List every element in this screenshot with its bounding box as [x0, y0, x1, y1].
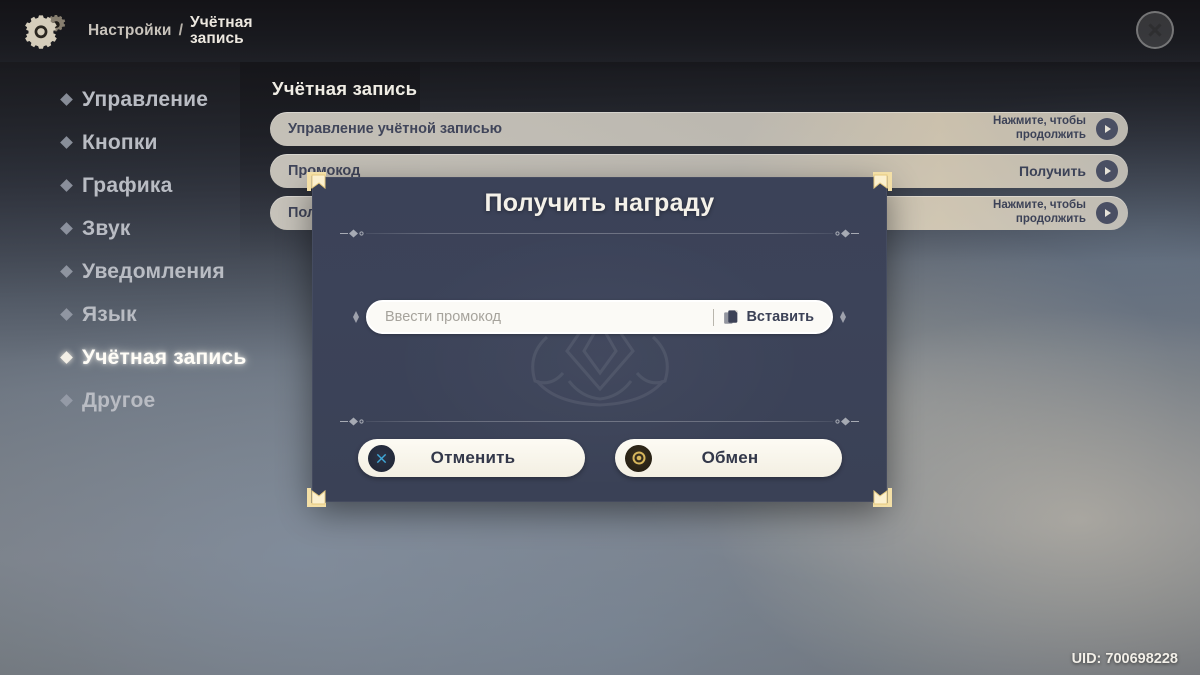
account-row-action-text: Нажмите, чтобы продолжить: [993, 115, 1086, 141]
breadcrumb-root[interactable]: Настройки: [88, 22, 172, 40]
circle-dot-icon: [625, 444, 652, 472]
sidebar-item-label: Управление: [82, 87, 209, 111]
breadcrumb-current: Учётная запись: [190, 13, 253, 47]
promo-code-row: Вставить: [348, 300, 851, 334]
diamond-bullet-icon: [60, 93, 73, 106]
exchange-button[interactable]: Обмен: [615, 439, 842, 477]
divider-gem-icon: [340, 417, 364, 425]
paste-button[interactable]: Вставить: [723, 309, 831, 326]
gears-icon: [24, 10, 70, 50]
divider-line: [366, 232, 833, 234]
divider-gem-icon: [835, 229, 859, 237]
divider-line: [366, 420, 833, 422]
exchange-label: Обмен: [701, 448, 759, 467]
account-row-action-group: Получить: [1019, 160, 1118, 182]
sidebar-item-label: Учётная запись: [82, 345, 247, 369]
diamond-bullet-icon: [60, 179, 73, 192]
divider-gem-icon: [340, 229, 364, 237]
sidebar-item-1[interactable]: Кнопки: [60, 121, 302, 164]
divider-gem-icon: [835, 417, 859, 425]
account-row-label: Управление учётной записью: [288, 121, 503, 137]
circle-x-icon: [368, 444, 395, 472]
account-row-action-text: Нажмите, чтобы продолжить: [993, 199, 1086, 225]
redeem-code-dialog: Получить награду Вст: [307, 172, 892, 507]
paste-icon: [724, 309, 738, 324]
chevron-right-icon[interactable]: [1096, 160, 1118, 182]
breadcrumb: Настройки / Учётная запись: [88, 0, 256, 62]
input-gem-icon: [353, 311, 359, 323]
sidebar-item-label: Язык: [82, 302, 137, 326]
sidebar-item-label: Другое: [82, 388, 156, 412]
dialog-divider-bottom: [340, 415, 859, 427]
sidebar-item-7[interactable]: Другое: [60, 379, 302, 422]
account-row-action-group: Нажмите, чтобы продолжить: [956, 115, 1118, 142]
diamond-bullet-icon: [60, 136, 73, 149]
dialog-title: Получить награду: [484, 189, 715, 217]
cancel-label: Отменить: [430, 448, 516, 467]
paste-label: Вставить: [746, 309, 814, 325]
sidebar-item-label: Звук: [82, 216, 131, 240]
diamond-bullet-icon: [60, 394, 73, 407]
close-button[interactable]: [1136, 11, 1174, 49]
diamond-bullet-icon: [60, 265, 73, 278]
sidebar-item-4[interactable]: Уведомления: [60, 250, 302, 293]
sidebar-item-label: Уведомления: [82, 259, 225, 283]
diamond-bullet-icon: [60, 222, 73, 235]
paste-divider: [713, 308, 715, 326]
uid-label: UID: 700698228: [1071, 651, 1178, 667]
account-row-action-text: Получить: [1019, 162, 1086, 179]
promo-code-field[interactable]: Вставить: [366, 300, 833, 334]
diamond-bullet-icon: [60, 308, 73, 321]
sidebar-item-label: Графика: [82, 173, 173, 197]
settings-sidebar: Управление Кнопки Графика Звук Уведомления Яз…: [60, 78, 302, 422]
chevron-right-icon[interactable]: [1096, 202, 1118, 224]
account-row-action-group: Нажмите, чтобы продолжить: [956, 199, 1118, 226]
account-row[interactable]: Управление учётной записью Нажмите, чтобы…: [270, 112, 1128, 146]
input-gem-icon: [840, 311, 846, 323]
chevron-right-icon[interactable]: [1096, 118, 1118, 140]
sidebar-item-3[interactable]: Звук: [60, 207, 302, 250]
promo-code-input[interactable]: [368, 303, 710, 331]
breadcrumb-separator: /: [178, 22, 184, 39]
sidebar-item-5[interactable]: Язык: [60, 293, 302, 336]
diamond-bullet-icon: [60, 351, 73, 364]
sidebar-item-0[interactable]: Управление: [60, 78, 302, 121]
page-title: Учётная запись: [272, 78, 418, 99]
close-icon: [1148, 23, 1162, 37]
cancel-button[interactable]: Отменить: [358, 439, 585, 477]
sidebar-item-6[interactable]: Учётная запись: [60, 336, 302, 379]
top-bar: Настройки / Учётная запись: [0, 0, 1200, 62]
sidebar-item-label: Кнопки: [82, 130, 158, 154]
sidebar-item-2[interactable]: Графика: [60, 164, 302, 207]
dialog-divider-top: [340, 227, 859, 239]
